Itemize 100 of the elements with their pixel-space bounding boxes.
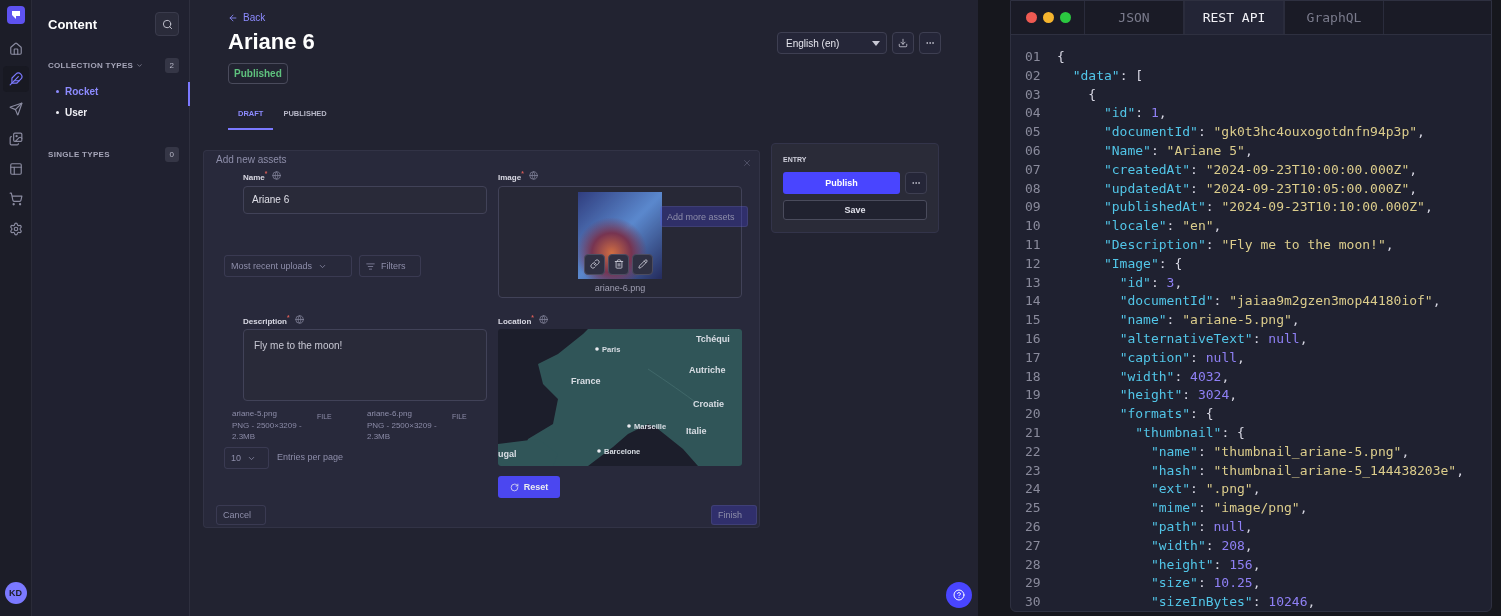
code-line: "createdAt": "2024-09-23T10:00:00.000Z",: [1102, 161, 1418, 177]
logo-icon[interactable]: [6, 6, 25, 24]
count-badge: 0: [164, 147, 179, 162]
field-label: Location$^{*}$: [498, 313, 534, 326]
line-number: 11: [1025, 236, 1042, 252]
code-line: "documentId": "jaiaa9m2gzen3mop44180iof",: [1118, 293, 1441, 309]
code-line: "Description": "Fly me to the moon!",: [1102, 236, 1394, 252]
code-line: "Image": {: [1102, 255, 1183, 271]
code-line: "sizeInBytes": 10246,: [1149, 594, 1316, 610]
file-name: ariane-6.png: [594, 282, 646, 293]
map-label: Croatie: [693, 399, 724, 410]
code-line: {: [1057, 49, 1065, 64]
line-number: 30: [1025, 594, 1042, 610]
map-label: Tchéqui: [696, 334, 730, 345]
map-label: Italie: [686, 426, 707, 437]
reset-button[interactable]: Reset: [498, 476, 560, 499]
cancel-button[interactable]: Cancel: [216, 505, 266, 525]
code-line: "path": null,: [1149, 518, 1253, 534]
code-line: "locale": "en",: [1102, 218, 1222, 234]
line-number: 15: [1025, 312, 1042, 328]
map-label: Autriche: [689, 365, 726, 376]
globe-icon: [294, 315, 304, 324]
code-line: "ext": ".png",: [1149, 481, 1261, 497]
asset-meta: PNG - 2500×3209 - 2.3MB: [367, 420, 438, 442]
download-icon: [898, 38, 908, 48]
reset-icon: [509, 482, 519, 492]
search-button[interactable]: [155, 12, 179, 36]
finish-button[interactable]: Finish: [711, 505, 757, 525]
section-heading[interactable]: COLLECTION TYPES: [48, 61, 144, 70]
code-line: "name": "ariane-5.png",: [1118, 312, 1300, 328]
search-icon: [161, 18, 173, 30]
page-size-label: Entries per page: [277, 452, 344, 462]
asset-meta: PNG - 2500×3209 - 2.3MB: [232, 420, 303, 442]
line-number: 20: [1025, 406, 1042, 422]
description-input[interactable]: Fly me to the moon!: [243, 329, 487, 402]
code-line: "thumbnail": {: [1134, 424, 1245, 440]
code-line: "Name": "Ariane 5",: [1102, 142, 1253, 158]
sidebar-title: Content: [48, 16, 98, 32]
help-button[interactable]: [946, 582, 972, 608]
line-number: 23: [1025, 462, 1042, 478]
line-number: 05: [1025, 124, 1042, 140]
code-tab[interactable]: REST API: [1184, 1, 1284, 35]
code-tab[interactable]: GraphQL: [1284, 1, 1384, 35]
more-button[interactable]: [919, 32, 941, 54]
line-number: 06: [1025, 142, 1042, 158]
field-label: Name$^{*}$: [243, 170, 268, 182]
line-number: 10: [1025, 218, 1042, 234]
delete-icon[interactable]: [608, 253, 629, 275]
sort-select[interactable]: Most recent uploads: [224, 255, 352, 277]
city-dot-icon: [627, 424, 631, 429]
line-number: 28: [1025, 556, 1042, 572]
globe-icon: [528, 171, 538, 181]
link-icon[interactable]: [584, 253, 605, 275]
more-button[interactable]: [905, 172, 927, 194]
section-heading: SINGLE TYPES: [48, 150, 110, 159]
code-line: "height": 156,: [1149, 556, 1261, 572]
line-number: 27: [1025, 537, 1042, 553]
sidebar-item[interactable]: User: [48, 102, 179, 123]
code-line: "updatedAt": "2024-09-23T10:05:00.000Z",: [1102, 180, 1418, 196]
feather-icon[interactable]: [2, 66, 29, 92]
code-line: "width": 4032,: [1118, 368, 1230, 384]
edit-icon[interactable]: [632, 253, 653, 275]
city-dot-icon: [595, 347, 599, 352]
save-button[interactable]: Save: [783, 200, 927, 220]
code-line: "alternativeText": null,: [1118, 330, 1308, 346]
download-button[interactable]: [892, 32, 914, 54]
user-avatar[interactable]: KD: [4, 582, 27, 604]
globe-icon: [272, 171, 282, 181]
add-assets-button[interactable]: Add more assets: [660, 206, 748, 227]
filters-button[interactable]: Filters: [359, 255, 421, 277]
code-line: "formats": {: [1118, 406, 1214, 422]
line-number: 08: [1025, 180, 1042, 196]
sidebar-item[interactable]: Rocket: [48, 81, 179, 102]
name-input[interactable]: Ariane 6: [243, 185, 487, 214]
code-line: "documentId": "gk0t3hc4ouxogotdnfn94p3p",: [1102, 124, 1425, 140]
back-link[interactable]: Back: [228, 12, 315, 23]
help-icon: [953, 589, 965, 601]
line-number: 21: [1025, 424, 1042, 440]
asset-name: ariane-5.png: [232, 409, 277, 418]
code-line: "publishedAt": "2024-09-23T10:10:00.000Z",: [1102, 199, 1433, 215]
code-line: "name": "thumbnail_ariane-5.png",: [1149, 443, 1410, 459]
code-line: "width": 208,: [1149, 537, 1253, 553]
locale-select[interactable]: English (en): [777, 32, 887, 54]
code-line: "data": [: [1071, 67, 1144, 83]
code-line: "caption": null,: [1118, 349, 1245, 365]
field-label: Image$^{*}$: [498, 170, 524, 182]
code-line: "id": 1,: [1102, 105, 1167, 121]
line-number: 19: [1025, 387, 1042, 403]
code-line: "id": 3,: [1118, 274, 1183, 290]
line-number: 25: [1025, 500, 1042, 516]
code-line: "mime": "image/png",: [1149, 500, 1308, 516]
asset-name: ariane-6.png: [367, 409, 412, 418]
map-label: France: [571, 376, 601, 387]
line-number: 12: [1025, 255, 1042, 271]
publish-button[interactable]: Publish: [783, 172, 900, 194]
page-size-select[interactable]: 10: [224, 447, 269, 469]
filter-icon: [366, 261, 375, 271]
caret-icon: [872, 40, 880, 46]
line-number: 09: [1025, 199, 1042, 215]
line-number: 13: [1025, 274, 1042, 290]
